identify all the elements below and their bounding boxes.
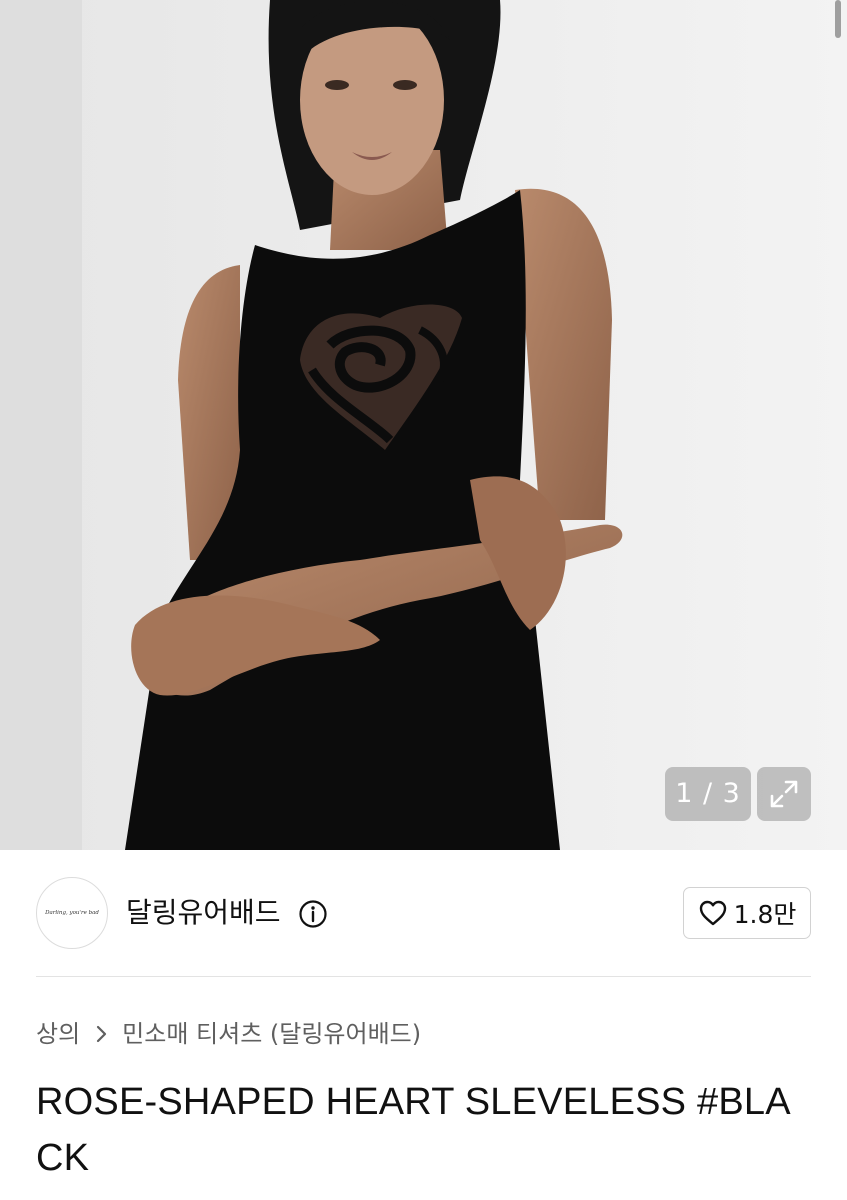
scroll-indicator[interactable] [835, 0, 841, 38]
breadcrumb-category[interactable]: 상의 [36, 1014, 80, 1054]
image-counter: 1 / 3 [665, 767, 751, 821]
product-detail-page: 1 / 3 Darling, you're bad 달링유어배드 1.8만 상의 [0, 0, 847, 1200]
like-count: 1.8만 [733, 900, 797, 929]
like-button[interactable]: 1.8만 [683, 887, 811, 939]
breadcrumb-subcategory[interactable]: 민소매 티셔츠 (달링유어배드) [122, 1014, 421, 1054]
product-image-carousel[interactable]: 1 / 3 [0, 0, 847, 850]
breadcrumb: 상의 민소매 티셔츠 (달링유어배드) [36, 1014, 421, 1054]
avatar-logo-text: Darling, you're bad [45, 910, 99, 916]
seller-name[interactable]: 달링유어배드 [126, 893, 281, 933]
info-icon[interactable] [298, 899, 328, 929]
product-title: ROSE-SHAPED HEART SLEVELESS #BLACK [36, 1081, 791, 1179]
heart-icon [699, 900, 726, 926]
divider [36, 976, 811, 977]
product-photo [0, 0, 847, 850]
seller-row: Darling, you're bad 달링유어배드 1.8만 [36, 877, 811, 951]
chevron-right-icon [96, 1025, 108, 1043]
expand-button[interactable] [757, 767, 811, 821]
seller-avatar[interactable]: Darling, you're bad [36, 877, 108, 949]
expand-icon [770, 780, 798, 808]
